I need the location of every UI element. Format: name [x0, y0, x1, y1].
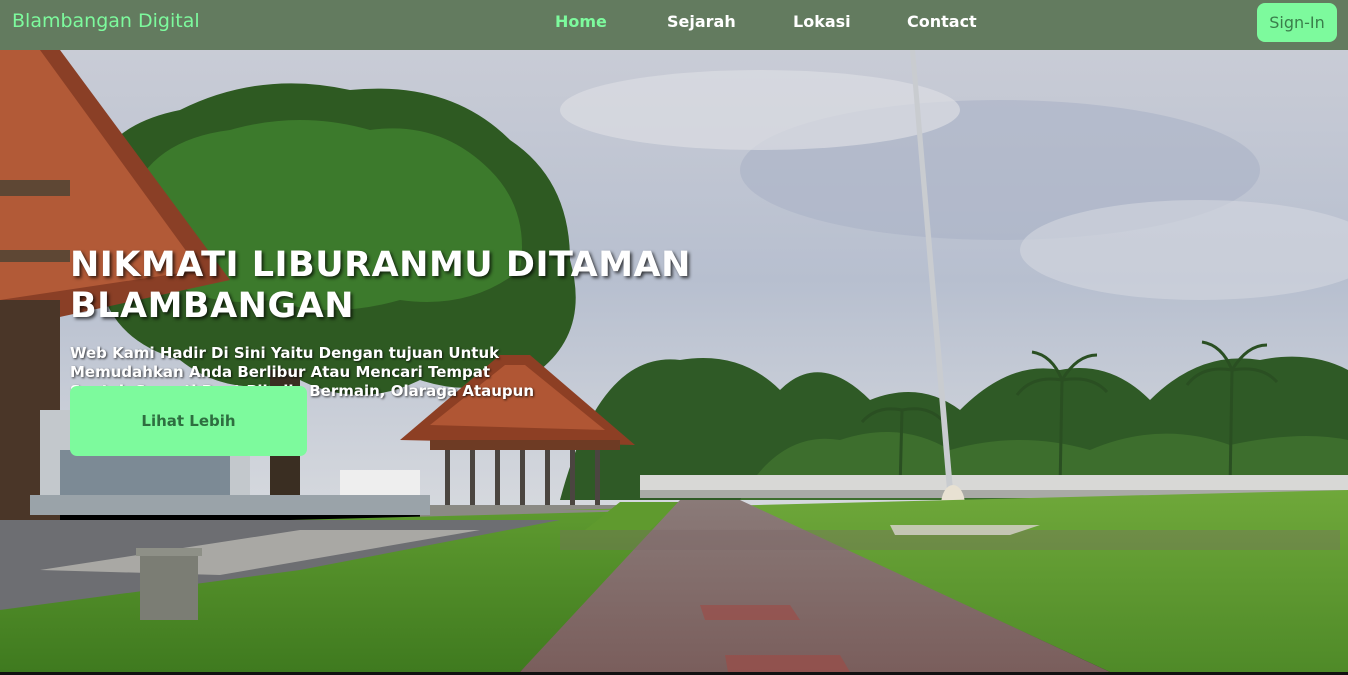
nav-link-home[interactable]: Home	[555, 12, 607, 31]
hero-section: NIKMATI LIBURANMU DITAMAN BLAMBANGAN Web…	[0, 50, 1348, 672]
lihat-lebih-button[interactable]: Lihat Lebih	[70, 386, 307, 456]
top-navbar: Blambangan Digital Home Sejarah Lokasi C…	[0, 0, 1348, 50]
brand-logo-text[interactable]: Blambangan Digital	[12, 10, 200, 32]
nav-link-contact[interactable]: Contact	[907, 12, 977, 31]
hero-title: NIKMATI LIBURANMU DITAMAN BLAMBANGAN	[70, 245, 691, 326]
nav-link-sejarah[interactable]: Sejarah	[667, 12, 736, 31]
nav-link-lokasi[interactable]: Lokasi	[793, 12, 851, 31]
sign-in-button[interactable]: Sign-In	[1257, 3, 1337, 42]
